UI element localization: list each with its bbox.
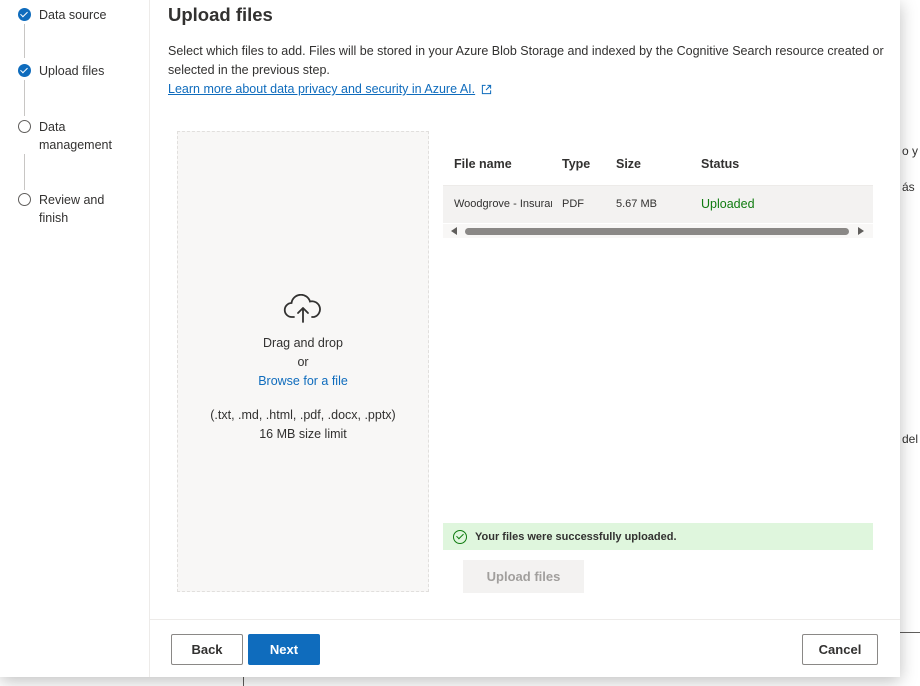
background-text-fragment: del xyxy=(902,432,919,446)
step-connector xyxy=(24,80,25,116)
scroll-left-icon[interactable] xyxy=(451,227,457,235)
step-label: Upload files xyxy=(39,64,105,78)
column-header-type[interactable]: Type xyxy=(562,157,590,171)
scrollbar-thumb[interactable] xyxy=(465,228,849,235)
cloud-upload-icon xyxy=(283,294,321,323)
file-size-cell: 5.67 MB xyxy=(616,198,657,210)
supported-types-text: (.txt, .md, .html, .pdf, .docx, .pptx) xyxy=(210,408,396,422)
background-divider xyxy=(900,632,920,633)
footer-divider xyxy=(150,619,900,620)
drag-drop-text: Drag and drop xyxy=(263,336,343,350)
back-button[interactable]: Back xyxy=(171,634,243,665)
page-description: Select which files to add. Files will be… xyxy=(168,44,884,77)
step-review-and-finish[interactable]: Review and finish xyxy=(18,191,129,227)
column-header-size[interactable]: Size xyxy=(616,157,641,171)
step-data-source[interactable]: Data source xyxy=(18,6,129,24)
wizard-stepper: Data source Upload files Data management… xyxy=(0,0,150,677)
step-data-management[interactable]: Data management xyxy=(18,118,129,154)
step-upload-files[interactable]: Upload files xyxy=(18,62,129,80)
upload-files-dialog: Data source Upload files Data management… xyxy=(0,0,900,677)
size-limit-text: 16 MB size limit xyxy=(259,427,347,441)
empty-circle-icon xyxy=(18,193,31,206)
empty-circle-icon xyxy=(18,120,31,133)
check-circle-icon xyxy=(18,64,31,77)
horizontal-scrollbar[interactable] xyxy=(443,224,873,238)
check-circle-icon xyxy=(18,8,31,21)
column-header-status[interactable]: Status xyxy=(701,157,739,171)
table-row[interactable]: Woodgrove - Insurance PDF 5.67 MB Upload… xyxy=(443,185,873,223)
scroll-right-icon[interactable] xyxy=(858,227,864,235)
step-label: Review and finish xyxy=(39,193,105,225)
file-name-cell: Woodgrove - Insurance xyxy=(454,198,552,210)
step-label: Data management xyxy=(39,120,112,152)
upload-success-banner: Your files were successfully uploaded. xyxy=(443,523,873,550)
or-text: or xyxy=(297,355,309,369)
browse-file-link[interactable]: Browse for a file xyxy=(258,374,348,388)
learn-more-link-text: Learn more about data privacy and securi… xyxy=(168,82,476,96)
step-connector xyxy=(24,24,25,58)
step-label: Data source xyxy=(39,8,107,22)
cancel-button[interactable]: Cancel xyxy=(802,634,878,665)
success-message: Your files were successfully uploaded. xyxy=(475,530,677,543)
background-text-fragment: ás xyxy=(902,180,915,194)
learn-more-link[interactable]: Learn more about data privacy and securi… xyxy=(168,80,492,99)
upload-files-button[interactable]: Upload files xyxy=(463,560,584,593)
file-status-cell: Uploaded xyxy=(701,197,755,211)
file-type-cell: PDF xyxy=(562,198,584,210)
next-button[interactable]: Next xyxy=(248,634,320,665)
step-connector xyxy=(24,154,25,190)
check-circle-icon xyxy=(453,529,467,544)
background-text-fragment: o y l xyxy=(902,144,920,158)
background-divider xyxy=(243,676,244,686)
page-title: Upload files xyxy=(168,4,273,25)
file-drop-zone[interactable]: Drag and drop or Browse for a file (.txt… xyxy=(177,131,429,592)
column-header-file-name[interactable]: File name xyxy=(454,157,512,171)
external-link-icon xyxy=(481,84,492,95)
